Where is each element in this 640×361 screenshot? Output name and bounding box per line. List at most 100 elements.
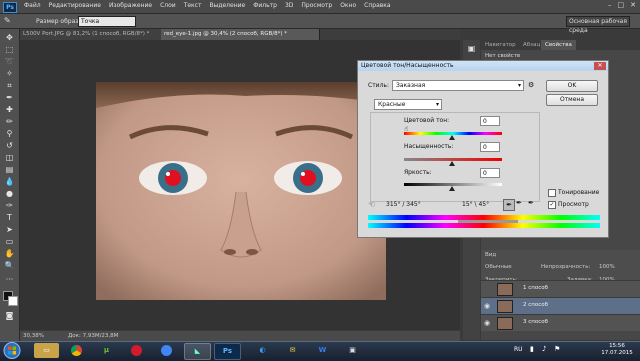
lightness-slider-knob[interactable]: [449, 186, 455, 191]
ok-button[interactable]: OK: [546, 80, 598, 92]
menu-help[interactable]: Справка: [364, 2, 390, 9]
explorer-app-icon[interactable]: ◐: [250, 343, 275, 358]
layer-kind-filter[interactable]: Вид: [485, 252, 496, 258]
minimize-icon[interactable]: –: [608, 1, 612, 9]
menu-3d[interactable]: 3D: [285, 2, 293, 9]
healing-brush-icon[interactable]: ✚: [4, 105, 15, 114]
photoshop-app-icon[interactable]: Ps: [214, 343, 241, 360]
saturation-slider-knob[interactable]: [449, 161, 455, 166]
shape-tool-icon[interactable]: ▭: [4, 237, 15, 246]
lasso-tool-icon[interactable]: ➰: [4, 57, 15, 66]
blur-tool-icon[interactable]: 💧: [4, 177, 15, 186]
photo-canvas[interactable]: [96, 82, 386, 300]
sample-size-select[interactable]: Точка: [78, 16, 136, 27]
volume-icon[interactable]: ♪: [542, 345, 546, 353]
pen-tool-icon[interactable]: ✑: [4, 201, 15, 210]
quick-select-tool-icon[interactable]: ✧: [4, 69, 15, 78]
visibility-eye-icon[interactable]: [484, 285, 492, 293]
chevron-down-icon: ▾: [517, 82, 521, 89]
target-adjust-hand-icon[interactable]: ☜: [368, 200, 375, 209]
terminal-app-icon[interactable]: ▣: [340, 343, 365, 358]
colorize-checkbox[interactable]: [548, 189, 556, 197]
visibility-eye-icon[interactable]: ◉: [484, 319, 492, 327]
dialog-title: Цветовой тон/Насыщенность: [358, 61, 608, 71]
visibility-eye-icon[interactable]: ◉: [484, 302, 492, 310]
hue-slider-knob[interactable]: [449, 135, 455, 140]
mail-app-icon[interactable]: ✉: [280, 343, 305, 358]
eraser-tool-icon[interactable]: ◫: [4, 153, 15, 162]
range-right-value: 15° \ 45°: [462, 201, 490, 208]
word-app-icon[interactable]: W: [310, 343, 335, 358]
chrome-app-icon[interactable]: [64, 343, 89, 358]
eyedropper-icon[interactable]: ✒: [4, 93, 15, 102]
saturation-input[interactable]: 0: [480, 142, 500, 152]
menu-view[interactable]: Просмотр: [301, 2, 332, 9]
lightness-input[interactable]: 0: [480, 168, 500, 178]
eyedropper-tool-icon[interactable]: ✎: [4, 17, 14, 25]
menu-filter[interactable]: Фильтр: [253, 2, 277, 9]
range-selector[interactable]: [458, 220, 518, 223]
layer-row[interactable]: ◉ 2 способ: [481, 297, 640, 314]
hue-input[interactable]: 0: [480, 116, 500, 126]
dodge-tool-icon[interactable]: ●: [4, 189, 15, 198]
dialog-close-button[interactable]: ✕: [594, 62, 606, 70]
hue-saturation-dialog: Цветовой тон/Насыщенность ✕ Стиль: Заказ…: [357, 60, 609, 238]
flag-icon[interactable]: ⚑: [554, 345, 560, 353]
zoom-level[interactable]: 30,38%: [23, 331, 44, 341]
layer-thumbnail: [497, 283, 513, 296]
menu-file[interactable]: Файл: [24, 2, 41, 9]
tab-properties[interactable]: Свойства: [541, 40, 576, 50]
layer-name: 1 способ: [523, 285, 549, 291]
brush-tool-icon[interactable]: ✏: [4, 117, 15, 126]
type-tool-icon[interactable]: T: [4, 213, 15, 222]
path-select-icon[interactable]: ➤: [4, 225, 15, 234]
hand-tool-icon[interactable]: ✋: [4, 249, 15, 258]
layer-row[interactable]: ◉ 3 способ: [481, 314, 640, 331]
workspace-select[interactable]: Основная рабочая среда: [566, 16, 630, 34]
tab-document-2[interactable]: red_eye-1.jpg @ 30,4% (2 способ, RGB/8*)…: [161, 29, 320, 40]
tab-document-1[interactable]: L500V Port.JPG @ 81,2% (1 способ, RGB/8*…: [20, 29, 164, 40]
cancel-button[interactable]: Отмена: [546, 94, 598, 106]
menu-edit[interactable]: Редактирование: [49, 2, 101, 9]
network-icon[interactable]: ▮: [530, 345, 534, 353]
chromium-app-icon[interactable]: [154, 343, 179, 358]
settings-gear-icon[interactable]: ⚙: [528, 81, 534, 89]
start-button-icon[interactable]: [2, 341, 22, 360]
menu-select[interactable]: Выделение: [209, 2, 245, 9]
gradient-tool-icon[interactable]: ▤: [4, 165, 15, 174]
eyedropper-plus-icon[interactable]: ✒: [516, 199, 522, 207]
style-select[interactable]: Заказная ▾: [392, 80, 524, 91]
menu-type[interactable]: Текст: [184, 2, 202, 9]
layer-row[interactable]: 1 способ: [481, 280, 640, 297]
eyedropper-icon[interactable]: ✒: [503, 199, 515, 211]
channel-select[interactable]: Красные ▾: [374, 99, 442, 110]
quick-mask-icon[interactable]: ◙: [4, 311, 15, 320]
clone-stamp-icon[interactable]: ⚲: [4, 129, 15, 138]
system-clock[interactable]: 15:56 17.07.2015: [597, 343, 637, 359]
tab-navigator[interactable]: Навигатор: [481, 40, 520, 50]
opacity-value[interactable]: 100%: [599, 264, 615, 270]
close-icon[interactable]: ✕: [630, 1, 636, 9]
marquee-tool-icon[interactable]: ⬚: [4, 45, 15, 54]
history-brush-icon[interactable]: ↺: [4, 141, 15, 150]
menu-window[interactable]: Окно: [340, 2, 356, 9]
eyedropper-minus-icon[interactable]: ✒: [528, 199, 534, 207]
preview-checkbox[interactable]: ✓: [548, 201, 556, 209]
move-tool-icon[interactable]: ✥: [4, 33, 15, 42]
background-color-swatch[interactable]: [8, 296, 18, 306]
media-app-icon[interactable]: [124, 343, 149, 358]
utorrent-app-icon[interactable]: µ: [94, 343, 119, 358]
menu-image[interactable]: Изображение: [109, 2, 152, 9]
colorize-label: Тонирование: [558, 189, 600, 196]
maximize-icon[interactable]: □: [618, 1, 625, 9]
app-icon-green[interactable]: ◣: [184, 343, 211, 360]
folder-app-icon[interactable]: ▭: [34, 343, 59, 358]
language-indicator[interactable]: RU: [514, 346, 523, 353]
no-properties-text: Нет свойств: [485, 53, 521, 59]
blend-mode-select[interactable]: Обычные: [485, 264, 512, 270]
menu-layers[interactable]: Слои: [160, 2, 176, 9]
more-tools-icon[interactable]: ···: [4, 275, 15, 284]
zoom-tool-icon[interactable]: 🔍: [4, 261, 15, 270]
history-panel-icon[interactable]: ▣: [466, 44, 477, 53]
crop-tool-icon[interactable]: ⌗: [4, 81, 15, 90]
